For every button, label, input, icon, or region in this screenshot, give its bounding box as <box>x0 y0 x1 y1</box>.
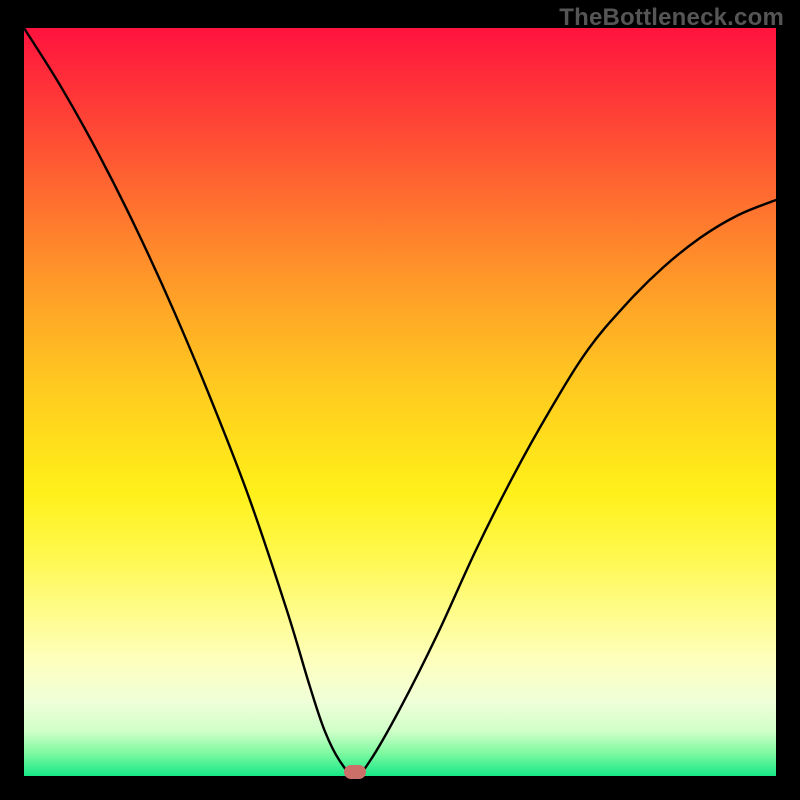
bottleneck-curve <box>24 28 776 776</box>
optimal-marker <box>344 765 366 779</box>
plot-area <box>24 28 776 776</box>
chart-frame: TheBottleneck.com <box>0 0 800 800</box>
curve-svg <box>24 28 776 776</box>
